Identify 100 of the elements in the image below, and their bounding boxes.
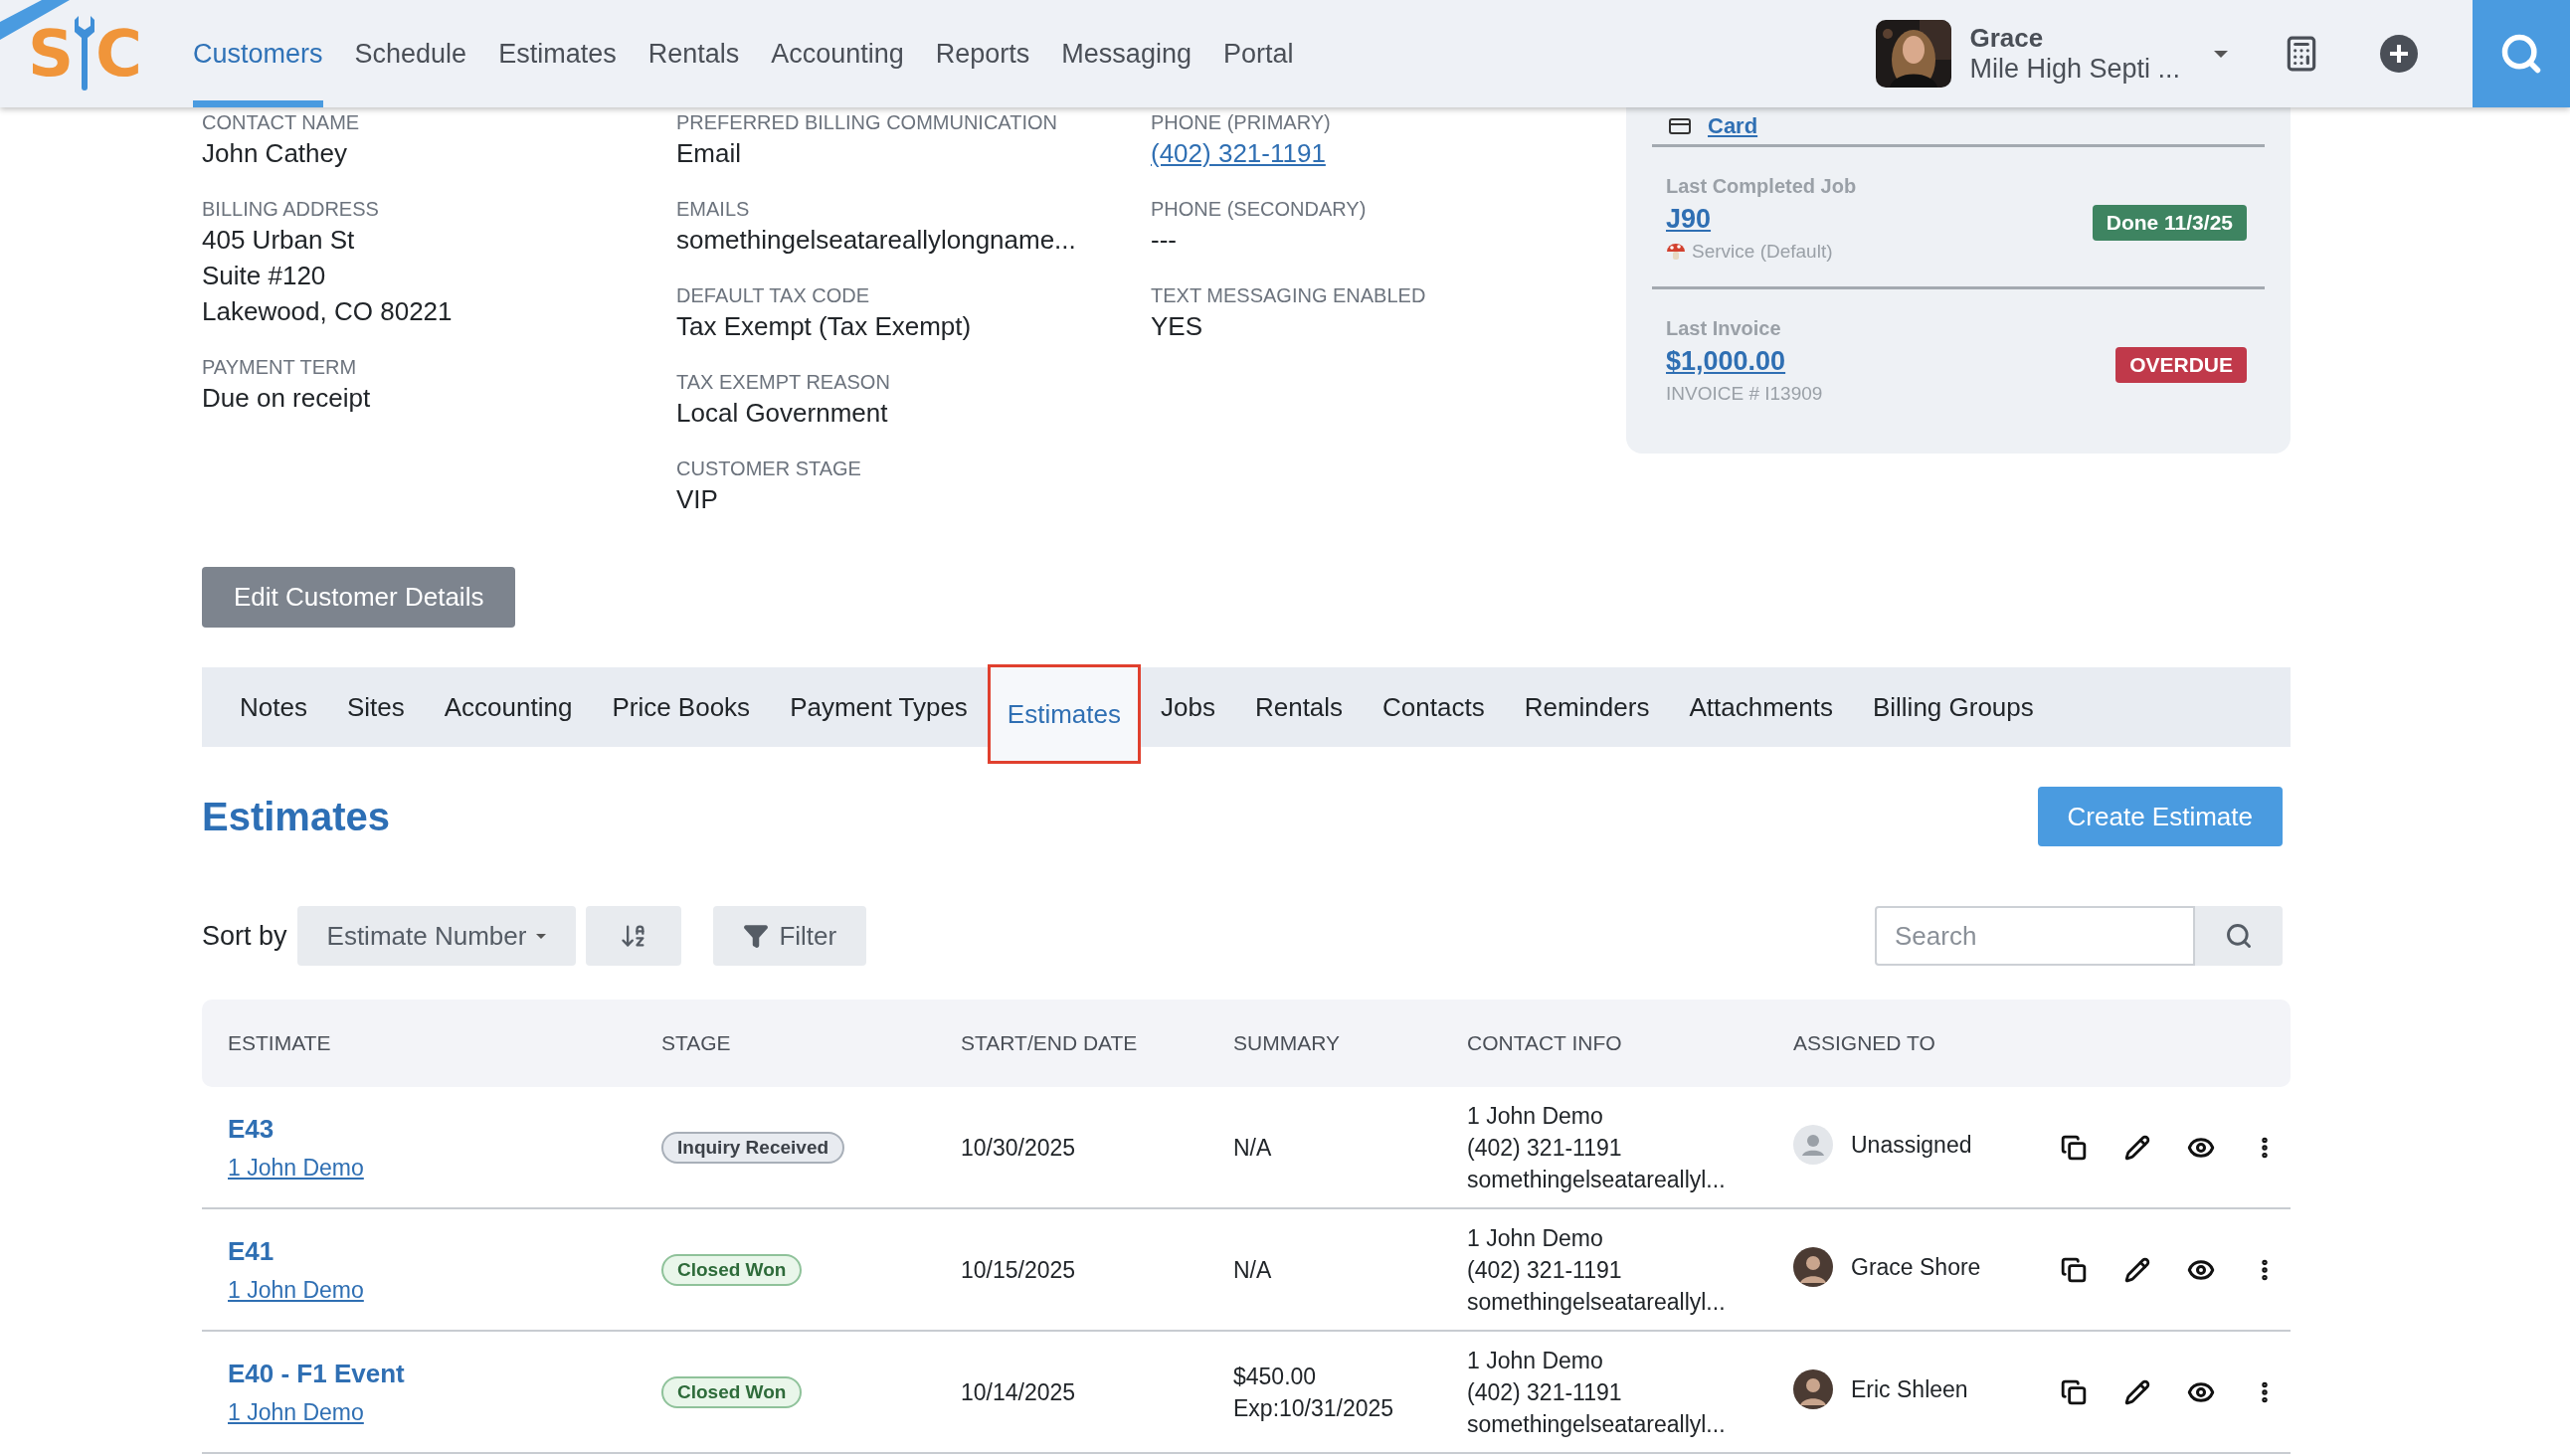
field-value: 405 Urban St <box>202 224 356 257</box>
search-button[interactable] <box>2195 906 2283 966</box>
record-link[interactable]: $1,000.00 <box>1666 346 1823 377</box>
field-value: Lakewood, CO 80221 <box>202 295 454 328</box>
tab[interactable]: Attachments <box>1669 667 1853 747</box>
column-header: CONTACT INFO <box>1467 1031 1623 1055</box>
nav-tab[interactable]: Accounting <box>771 0 904 107</box>
table-cell-text: N/A <box>1233 1133 1273 1163</box>
filter-icon <box>743 923 770 949</box>
table-cell-text: N/A <box>1233 1255 1273 1285</box>
section-heading: Estimates <box>202 794 390 839</box>
customer-link[interactable]: 1 John Demo <box>228 1154 661 1182</box>
table-cell-text: 10/14/2025 <box>961 1377 1077 1407</box>
nav-tab[interactable]: Reports <box>935 0 1030 107</box>
field-value: Due on receipt <box>202 382 372 415</box>
nav-tab[interactable]: Portal <box>1222 0 1294 107</box>
field-label: DEFAULT TAX CODE <box>676 283 871 308</box>
tab[interactable]: Billing Groups <box>1852 667 2054 747</box>
status-badge: Done 11/3/25 <box>2092 205 2247 241</box>
section-detail: INVOICE # I13909 <box>1666 383 1823 405</box>
table-cell-text: 1 John Demo (402) 321-1191 somethingelseatareallyl... <box>1467 1223 1727 1317</box>
dropdown-caret-icon[interactable] <box>2214 50 2228 58</box>
field-value: somethingelseatareallylongname... <box>676 224 1077 257</box>
sort-dropdown[interactable]: Estimate Number <box>296 906 577 966</box>
field-value: --- <box>1151 224 1178 257</box>
field-label: EMAILS <box>676 197 751 222</box>
assignee-name: Grace Shore <box>1851 1252 1981 1282</box>
tab[interactable]: Rentals <box>1234 667 1364 747</box>
avatar-icon <box>1793 1246 1833 1287</box>
mushroom-icon <box>1666 242 1686 262</box>
tab[interactable]: Reminders <box>1504 667 1670 747</box>
field-label: TAX EXEMPT REASON <box>676 370 891 395</box>
field-label: CONTACT NAME <box>202 110 361 135</box>
field-value: Email <box>676 137 742 170</box>
assignee-name: Unassigned <box>1851 1130 1972 1160</box>
nav-tab[interactable]: Estimates <box>498 0 617 107</box>
search-field[interactable]: Search <box>1875 906 2195 966</box>
section-title: Last Completed Job <box>1666 175 1857 198</box>
tab[interactable]: Notes <box>220 667 327 747</box>
table-cell-text: 10/30/2025 <box>961 1133 1077 1163</box>
stage-badge: Inquiry Received <box>661 1131 845 1164</box>
avatar-icon <box>1793 1124 1833 1165</box>
filter-button[interactable]: Filter <box>713 906 867 966</box>
estimate-link[interactable]: E43 <box>228 1113 661 1145</box>
nav-tab[interactable]: Schedule <box>354 0 467 107</box>
user-name: Grace <box>1969 23 2045 54</box>
column-header: STAGE <box>661 1031 732 1055</box>
field-value: VIP <box>676 483 719 516</box>
table-cell-text: 1 John Demo (402) 321-1191 somethingelseatareallyl... <box>1467 1346 1727 1439</box>
phone-link[interactable]: (402) 321-1191 <box>1151 135 1588 171</box>
field-label: PAYMENT TERM <box>202 355 358 380</box>
nav-tab[interactable]: Rentals <box>647 0 740 107</box>
field-label: PHONE (PRIMARY) <box>1151 110 1332 135</box>
field-label: PHONE (SECONDARY) <box>1151 197 1368 222</box>
customer-link[interactable]: 1 John Demo <box>228 1276 661 1304</box>
column-header: ASSIGNED TO <box>1793 1031 1936 1055</box>
tab[interactable]: Payment Types <box>770 667 988 747</box>
field-value: Tax Exempt (Tax Exempt) <box>676 310 973 343</box>
estimate-link[interactable]: E41 <box>228 1235 661 1267</box>
field-value: John Cathey <box>202 137 348 170</box>
search-icon <box>2225 922 2253 950</box>
estimate-link[interactable]: E40 - F1 Event <box>228 1358 661 1389</box>
nav-tab[interactable]: Messaging <box>1061 0 1192 107</box>
table-cell-text: 1 John Demo (402) 321-1191 somethingelseatareallyl... <box>1467 1101 1727 1194</box>
column-header: SUMMARY <box>1233 1031 1341 1055</box>
wrench-icon <box>74 14 96 93</box>
edit-details-button[interactable]: Edit Customer Details <box>202 567 516 628</box>
sort-direction-button[interactable] <box>586 906 682 966</box>
section-detail: Service (Default) <box>1692 241 1833 263</box>
customer-link[interactable]: 1 John Demo <box>228 1398 661 1426</box>
nav-tab[interactable]: Customers <box>193 0 323 107</box>
stage-badge: Closed Won <box>661 1375 803 1408</box>
tab[interactable]: Sites <box>326 667 425 747</box>
stage-badge: Closed Won <box>661 1253 803 1286</box>
assignee-name: Eric Shleen <box>1851 1374 1968 1404</box>
status-badge: OVERDUE <box>2115 347 2247 383</box>
field-label: PREFERRED BILLING COMMUNICATION <box>676 110 1058 135</box>
avatar-icon <box>1793 1368 1833 1409</box>
tab[interactable]: Accounting <box>424 667 593 747</box>
column-header: START/END DATE <box>961 1031 1139 1055</box>
search-button[interactable] <box>2473 0 2570 107</box>
tab[interactable]: Contacts <box>1363 667 1505 747</box>
section-title: Last Invoice <box>1666 317 1782 340</box>
table-cell-text: $450.00 Exp:10/31/2025 <box>1233 1362 1395 1423</box>
column-header: ESTIMATE <box>228 1031 332 1055</box>
field-label: BILLING ADDRESS <box>202 197 380 222</box>
field-value: Suite #120 <box>202 260 327 292</box>
company-name: Mile High Septi ... <box>1969 54 2180 85</box>
record-link[interactable]: J90 <box>1666 204 1857 235</box>
tab[interactable]: Estimates <box>987 664 1141 764</box>
field-label: CUSTOMER STAGE <box>676 456 862 481</box>
field-value: Local Government <box>676 397 889 430</box>
field-label: TEXT MESSAGING ENABLED <box>1151 283 1427 308</box>
field-value: YES <box>1151 310 1204 343</box>
tab[interactable]: Jobs <box>1141 667 1235 747</box>
table-cell-text: 10/15/2025 <box>961 1255 1077 1285</box>
sort-label: Sort by <box>202 920 287 952</box>
card-link[interactable]: Card <box>1708 112 1758 139</box>
tab[interactable]: Price Books <box>592 667 771 747</box>
search-icon <box>2499 32 2543 76</box>
